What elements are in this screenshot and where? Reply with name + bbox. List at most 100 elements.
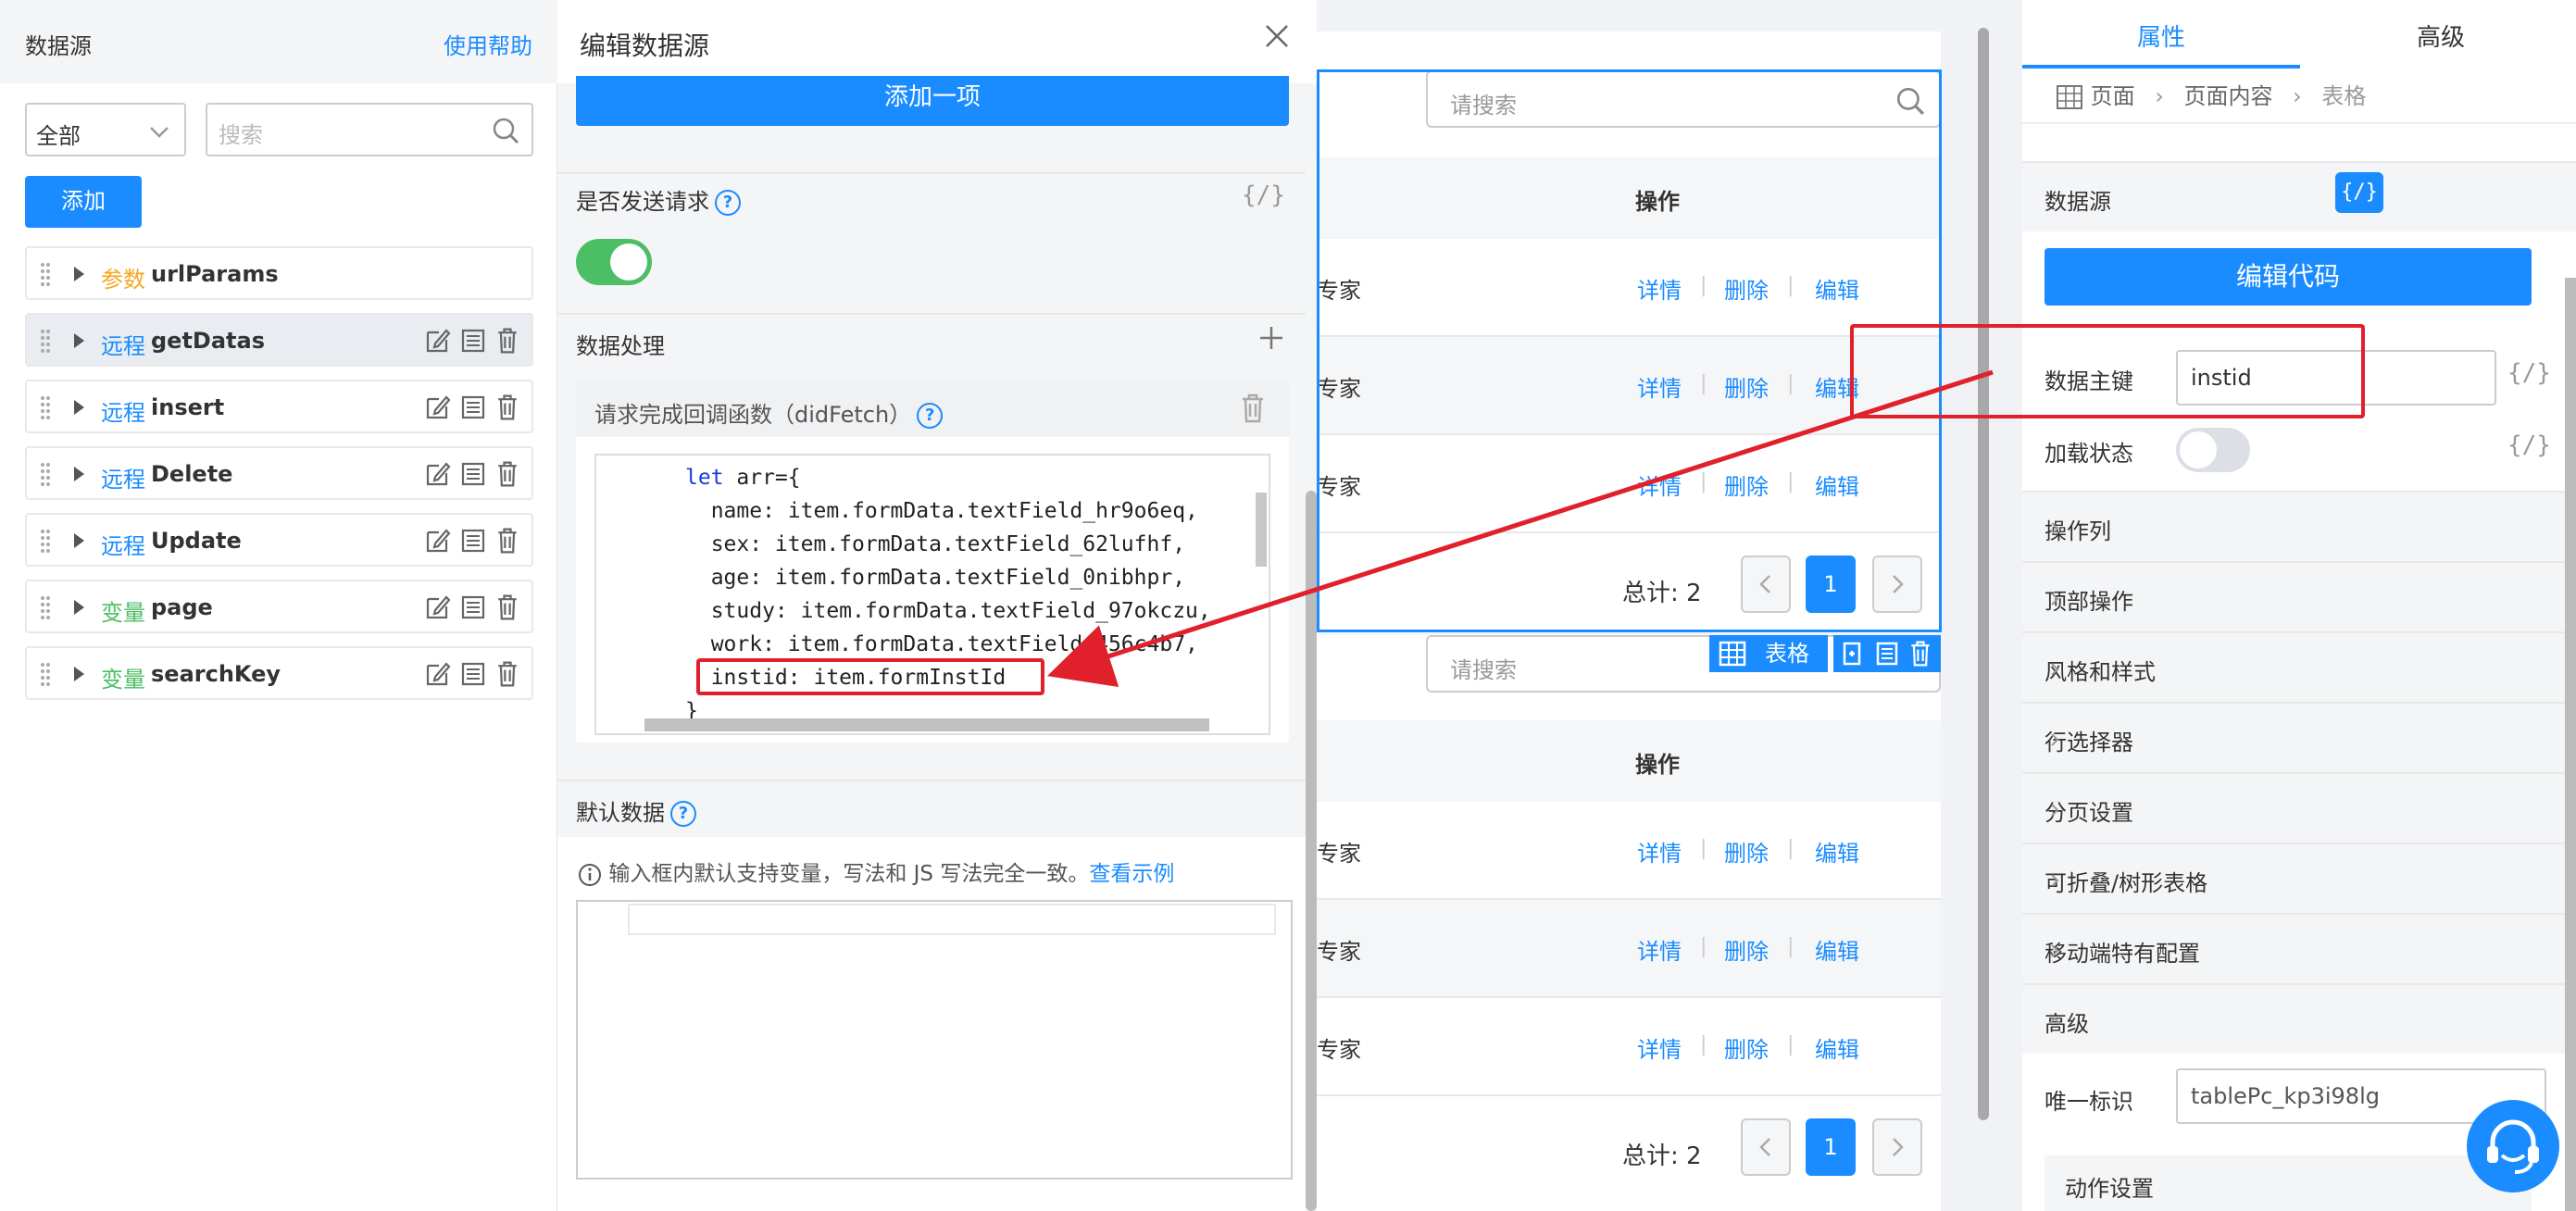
trash-icon[interactable] (494, 527, 520, 555)
caret-right-icon[interactable] (71, 531, 86, 550)
breadcrumb-page-content[interactable]: 页面内容 (2184, 83, 2273, 109)
table-component-2[interactable]: 请搜索 操作 专家 详情 | 删除 | 编辑 专家 详情 | 删除 | 编辑 专家 详情 | 删除 | 编辑 总计… (1317, 635, 1941, 1211)
edit-icon[interactable] (424, 593, 452, 621)
tab-advanced[interactable]: 高级 (2417, 19, 2465, 53)
copy-icon[interactable] (459, 393, 487, 421)
row-delete-link[interactable]: 删除 (1724, 1031, 1769, 1064)
edit-icon[interactable] (424, 460, 452, 488)
drag-handle-icon[interactable] (40, 394, 51, 420)
code-toggle-icon[interactable]: {/} (2507, 359, 2551, 387)
editor-panel-scrollbar[interactable] (1306, 491, 1317, 1211)
copy-icon[interactable] (459, 460, 487, 488)
link-separator: | (1700, 1033, 1707, 1056)
caret-right-icon[interactable] (71, 398, 86, 417)
close-icon[interactable] (1263, 22, 1291, 50)
datasource-item-page[interactable]: 变量 page (25, 580, 533, 633)
datasource-item-getDatas[interactable]: 远程 getDatas (25, 313, 533, 367)
trash-icon[interactable] (494, 593, 520, 621)
search-icon[interactable] (491, 116, 520, 145)
editor-vertical-scrollbar[interactable] (1256, 493, 1267, 567)
plus-icon[interactable] (1257, 324, 1285, 352)
help-link[interactable]: 使用帮助 (444, 28, 532, 60)
tab-properties[interactable]: 属性 (2137, 19, 2185, 53)
prev-page-button[interactable] (1741, 1118, 1791, 1176)
drag-handle-icon[interactable] (40, 594, 51, 620)
advanced-section-header[interactable]: 高级 (2022, 983, 2576, 1054)
datasource-item-insert[interactable]: 远程 insert (25, 380, 533, 433)
row-edit-link[interactable]: 编辑 (1815, 1031, 1859, 1064)
caret-right-icon[interactable] (71, 465, 86, 483)
loading-state-toggle[interactable] (2176, 428, 2250, 472)
add-item-button[interactable]: 添加一项 (576, 76, 1289, 126)
caret-right-icon[interactable] (71, 665, 86, 683)
drag-handle-icon[interactable] (40, 461, 51, 487)
editor-horizontal-scrollbar[interactable] (644, 718, 1209, 731)
drag-handle-icon[interactable] (40, 261, 51, 287)
code-toggle-icon[interactable]: {/} (2507, 431, 2551, 459)
row-detail-link[interactable]: 详情 (1637, 1031, 1682, 1064)
edit-icon[interactable] (424, 327, 452, 355)
datasource-item-Delete[interactable]: 远程 Delete (25, 446, 533, 500)
row-edit-link[interactable]: 编辑 (1815, 933, 1859, 966)
drag-handle-icon[interactable] (40, 528, 51, 554)
trash-icon[interactable] (1907, 640, 1933, 668)
caret-right-icon[interactable] (71, 331, 86, 350)
datasource-item-Update[interactable]: 远程 Update (25, 513, 533, 567)
datasource-search-input[interactable]: 搜索 (206, 103, 533, 156)
trash-icon[interactable] (494, 460, 520, 488)
add-datasource-button[interactable]: 添加 (25, 176, 142, 228)
primary-key-highlight-box (1850, 324, 2365, 418)
view-example-link[interactable]: 查看示例 (1089, 862, 1174, 886)
drag-handle-icon[interactable] (40, 328, 51, 354)
send-request-toggle[interactable] (576, 239, 652, 285)
row-detail-link[interactable]: 详情 (1637, 933, 1682, 966)
trash-icon[interactable] (494, 660, 520, 688)
trash-icon[interactable] (494, 393, 520, 421)
default-data-editor[interactable] (576, 900, 1293, 1180)
row-edit-link[interactable]: 编辑 (1815, 835, 1859, 868)
caret-right-icon[interactable] (71, 598, 86, 617)
trash-icon[interactable] (1239, 393, 1267, 424)
copy-icon[interactable] (459, 593, 487, 621)
canvas-scrollbar[interactable] (1978, 28, 1989, 1120)
datasource-code-badge[interactable]: {/} (2335, 172, 2383, 213)
edit-icon[interactable] (424, 527, 452, 555)
datasource-item-urlParams[interactable]: 参数 urlParams (25, 246, 533, 300)
property-section-2[interactable]: 风格和样式 (2022, 631, 2576, 702)
row-delete-link[interactable]: 删除 (1724, 933, 1769, 966)
question-icon[interactable]: ? (670, 801, 696, 827)
table-component-tag[interactable]: 表格 (1709, 635, 1828, 672)
question-icon[interactable]: ? (917, 403, 944, 429)
datasource-item-searchKey[interactable]: 变量 searchKey (25, 646, 533, 700)
property-section-6[interactable]: 移动端特有配置 (2022, 913, 2576, 983)
code-toggle-icon[interactable]: {/} (1242, 181, 1285, 209)
row-detail-link[interactable]: 详情 (1637, 835, 1682, 868)
property-section-4[interactable]: 分页设置 (2022, 772, 2576, 843)
copy-icon[interactable] (1874, 640, 1900, 668)
properties-scrollbar[interactable] (2565, 278, 2576, 1211)
edit-icon[interactable] (424, 660, 452, 688)
edit-code-button[interactable]: 编辑代码 (2045, 248, 2532, 306)
property-section-0[interactable]: 操作列 (2022, 491, 2576, 561)
customer-service-button[interactable] (2467, 1100, 2559, 1192)
next-page-button[interactable] (1872, 1118, 1922, 1176)
type-filter-select[interactable]: 全部 (25, 103, 186, 156)
copy-icon[interactable] (459, 327, 487, 355)
copy-icon[interactable] (459, 527, 487, 555)
caret-right-icon[interactable] (71, 265, 86, 283)
table-component-actions (1833, 635, 1941, 672)
row-delete-link[interactable]: 删除 (1724, 835, 1769, 868)
code-gutter (596, 456, 652, 733)
property-section-1[interactable]: 顶部操作 (2022, 561, 2576, 631)
question-icon[interactable]: ? (715, 190, 741, 216)
copy-icon[interactable] (459, 660, 487, 688)
breadcrumb-page[interactable]: 页面 (2091, 83, 2135, 109)
drag-handle-icon[interactable] (40, 661, 51, 687)
property-section-5[interactable]: 可折叠/树形表格 (2022, 843, 2576, 913)
trash-icon[interactable] (494, 327, 520, 355)
action-settings-header[interactable]: 动作设置 (2045, 1155, 2532, 1211)
property-section-3[interactable]: 行选择器 (2022, 702, 2576, 772)
edit-icon[interactable] (424, 393, 452, 421)
page-button-current[interactable]: 1 (1806, 1118, 1856, 1176)
add-component-icon[interactable] (1841, 640, 1867, 668)
